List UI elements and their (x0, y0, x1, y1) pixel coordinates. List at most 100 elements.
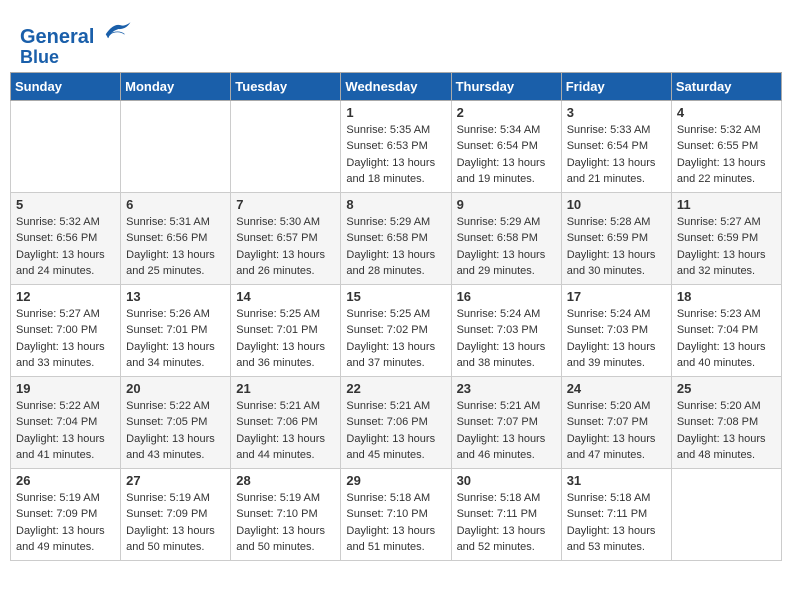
calendar-cell (11, 100, 121, 192)
calendar-cell: 24 Sunrise: 5:20 AM Sunset: 7:07 PM Dayl… (561, 376, 671, 468)
day-number: 9 (457, 197, 556, 212)
sunrise-text: Sunrise: 5:20 AM (567, 398, 666, 415)
calendar-cell: 1 Sunrise: 5:35 AM Sunset: 6:53 PM Dayli… (341, 100, 451, 192)
sunrise-text: Sunrise: 5:19 AM (16, 490, 115, 507)
cell-info: Sunrise: 5:20 AM Sunset: 7:08 PM Dayligh… (677, 398, 776, 464)
calendar-cell: 28 Sunrise: 5:19 AM Sunset: 7:10 PM Dayl… (231, 468, 341, 560)
day-number: 26 (16, 473, 115, 488)
day-number: 24 (567, 381, 666, 396)
cell-info: Sunrise: 5:28 AM Sunset: 6:59 PM Dayligh… (567, 214, 666, 280)
logo-blue-text: Blue (20, 48, 132, 68)
cell-info: Sunrise: 5:23 AM Sunset: 7:04 PM Dayligh… (677, 306, 776, 372)
sunrise-text: Sunrise: 5:29 AM (346, 214, 445, 231)
daylight-text: Daylight: 13 hours and 41 minutes. (16, 431, 115, 464)
sunset-text: Sunset: 6:54 PM (457, 138, 556, 155)
calendar-cell: 25 Sunrise: 5:20 AM Sunset: 7:08 PM Dayl… (671, 376, 781, 468)
calendar-cell (231, 100, 341, 192)
sunset-text: Sunset: 7:10 PM (346, 506, 445, 523)
day-number: 6 (126, 197, 225, 212)
sunset-text: Sunset: 7:00 PM (16, 322, 115, 339)
day-number: 14 (236, 289, 335, 304)
daylight-text: Daylight: 13 hours and 44 minutes. (236, 431, 335, 464)
calendar-cell: 11 Sunrise: 5:27 AM Sunset: 6:59 PM Dayl… (671, 192, 781, 284)
daylight-text: Daylight: 13 hours and 53 minutes. (567, 523, 666, 556)
calendar-cell: 12 Sunrise: 5:27 AM Sunset: 7:00 PM Dayl… (11, 284, 121, 376)
sunrise-text: Sunrise: 5:28 AM (567, 214, 666, 231)
cell-info: Sunrise: 5:34 AM Sunset: 6:54 PM Dayligh… (457, 122, 556, 188)
calendar-cell: 6 Sunrise: 5:31 AM Sunset: 6:56 PM Dayli… (121, 192, 231, 284)
sunrise-text: Sunrise: 5:24 AM (457, 306, 556, 323)
sunrise-text: Sunrise: 5:21 AM (346, 398, 445, 415)
calendar-cell: 13 Sunrise: 5:26 AM Sunset: 7:01 PM Dayl… (121, 284, 231, 376)
sunset-text: Sunset: 6:56 PM (16, 230, 115, 247)
week-row-4: 19 Sunrise: 5:22 AM Sunset: 7:04 PM Dayl… (11, 376, 782, 468)
daylight-text: Daylight: 13 hours and 37 minutes. (346, 339, 445, 372)
col-header-sunday: Sunday (11, 72, 121, 100)
day-number: 23 (457, 381, 556, 396)
sunrise-text: Sunrise: 5:34 AM (457, 122, 556, 139)
calendar-cell: 23 Sunrise: 5:21 AM Sunset: 7:07 PM Dayl… (451, 376, 561, 468)
sunrise-text: Sunrise: 5:33 AM (567, 122, 666, 139)
sunset-text: Sunset: 7:01 PM (236, 322, 335, 339)
cell-info: Sunrise: 5:19 AM Sunset: 7:10 PM Dayligh… (236, 490, 335, 556)
sunrise-text: Sunrise: 5:21 AM (457, 398, 556, 415)
sunset-text: Sunset: 6:55 PM (677, 138, 776, 155)
calendar-cell: 27 Sunrise: 5:19 AM Sunset: 7:09 PM Dayl… (121, 468, 231, 560)
sunrise-text: Sunrise: 5:29 AM (457, 214, 556, 231)
calendar-cell (121, 100, 231, 192)
daylight-text: Daylight: 13 hours and 46 minutes. (457, 431, 556, 464)
sunset-text: Sunset: 7:09 PM (126, 506, 225, 523)
daylight-text: Daylight: 13 hours and 49 minutes. (16, 523, 115, 556)
sunset-text: Sunset: 7:04 PM (677, 322, 776, 339)
calendar-cell: 9 Sunrise: 5:29 AM Sunset: 6:58 PM Dayli… (451, 192, 561, 284)
calendar-cell: 31 Sunrise: 5:18 AM Sunset: 7:11 PM Dayl… (561, 468, 671, 560)
day-number: 7 (236, 197, 335, 212)
day-number: 29 (346, 473, 445, 488)
cell-info: Sunrise: 5:33 AM Sunset: 6:54 PM Dayligh… (567, 122, 666, 188)
day-number: 25 (677, 381, 776, 396)
cell-info: Sunrise: 5:19 AM Sunset: 7:09 PM Dayligh… (126, 490, 225, 556)
daylight-text: Daylight: 13 hours and 45 minutes. (346, 431, 445, 464)
daylight-text: Daylight: 13 hours and 18 minutes. (346, 155, 445, 188)
cell-info: Sunrise: 5:35 AM Sunset: 6:53 PM Dayligh… (346, 122, 445, 188)
cell-info: Sunrise: 5:21 AM Sunset: 7:06 PM Dayligh… (236, 398, 335, 464)
logo-bird-icon (102, 18, 132, 43)
day-number: 30 (457, 473, 556, 488)
day-number: 1 (346, 105, 445, 120)
sunset-text: Sunset: 7:03 PM (567, 322, 666, 339)
sunrise-text: Sunrise: 5:23 AM (677, 306, 776, 323)
day-number: 8 (346, 197, 445, 212)
cell-info: Sunrise: 5:18 AM Sunset: 7:11 PM Dayligh… (457, 490, 556, 556)
sunset-text: Sunset: 6:59 PM (677, 230, 776, 247)
daylight-text: Daylight: 13 hours and 34 minutes. (126, 339, 225, 372)
daylight-text: Daylight: 13 hours and 50 minutes. (236, 523, 335, 556)
sunrise-text: Sunrise: 5:21 AM (236, 398, 335, 415)
week-row-3: 12 Sunrise: 5:27 AM Sunset: 7:00 PM Dayl… (11, 284, 782, 376)
calendar-cell: 16 Sunrise: 5:24 AM Sunset: 7:03 PM Dayl… (451, 284, 561, 376)
cell-info: Sunrise: 5:29 AM Sunset: 6:58 PM Dayligh… (346, 214, 445, 280)
day-number: 2 (457, 105, 556, 120)
daylight-text: Daylight: 13 hours and 48 minutes. (677, 431, 776, 464)
sunset-text: Sunset: 7:11 PM (457, 506, 556, 523)
cell-info: Sunrise: 5:24 AM Sunset: 7:03 PM Dayligh… (457, 306, 556, 372)
calendar-cell: 21 Sunrise: 5:21 AM Sunset: 7:06 PM Dayl… (231, 376, 341, 468)
sunrise-text: Sunrise: 5:32 AM (16, 214, 115, 231)
daylight-text: Daylight: 13 hours and 30 minutes. (567, 247, 666, 280)
col-header-tuesday: Tuesday (231, 72, 341, 100)
sunset-text: Sunset: 6:58 PM (346, 230, 445, 247)
daylight-text: Daylight: 13 hours and 33 minutes. (16, 339, 115, 372)
day-number: 12 (16, 289, 115, 304)
daylight-text: Daylight: 13 hours and 47 minutes. (567, 431, 666, 464)
sunset-text: Sunset: 7:10 PM (236, 506, 335, 523)
daylight-text: Daylight: 13 hours and 32 minutes. (677, 247, 776, 280)
sunset-text: Sunset: 7:05 PM (126, 414, 225, 431)
day-number: 27 (126, 473, 225, 488)
calendar-cell (671, 468, 781, 560)
sunset-text: Sunset: 6:59 PM (567, 230, 666, 247)
daylight-text: Daylight: 13 hours and 25 minutes. (126, 247, 225, 280)
sunset-text: Sunset: 7:02 PM (346, 322, 445, 339)
sunrise-text: Sunrise: 5:22 AM (126, 398, 225, 415)
week-row-2: 5 Sunrise: 5:32 AM Sunset: 6:56 PM Dayli… (11, 192, 782, 284)
day-number: 4 (677, 105, 776, 120)
calendar-cell: 30 Sunrise: 5:18 AM Sunset: 7:11 PM Dayl… (451, 468, 561, 560)
